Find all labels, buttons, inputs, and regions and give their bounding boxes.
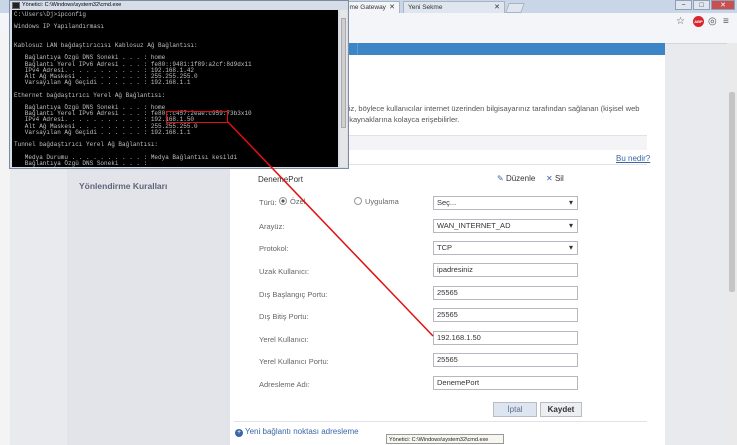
nav-separator — [357, 43, 358, 55]
adblock-icon[interactable]: ABP — [693, 16, 704, 27]
tab-new-tab[interactable]: Yeni Sekme ✕ — [403, 1, 505, 13]
bookmark-star-icon[interactable]: ☆ — [676, 16, 685, 28]
radio-label: Özel — [290, 197, 306, 206]
cmd-line: Ethernet bağdaştırıcı Yerel Ağ Bağlantıs… — [14, 91, 166, 99]
remote-user-input[interactable]: ipadresiniz — [433, 263, 578, 277]
tab-label: Yeni Sekme — [408, 4, 443, 11]
cmd-line: Kablosuz LAN bağdaştırıcısı Kablosuz Ağ … — [14, 42, 198, 49]
close-tab-icon[interactable]: ✕ — [494, 2, 500, 13]
cmd-line: C:\Users\Dj>ipconfig — [14, 11, 87, 18]
extension-icon[interactable]: ◎ — [708, 16, 717, 28]
add-link-label: Yeni bağlantı noktası adresleme — [245, 427, 359, 436]
maximize-button[interactable]: □ — [693, 0, 710, 10]
type-custom-radio[interactable]: Özel — [279, 197, 305, 206]
edit-icon: ✎ — [497, 174, 504, 183]
cmd-window[interactable]: Yönetici: C:\Windows\system32\cmd.exe C:… — [9, 0, 349, 169]
new-tab-button[interactable] — [505, 3, 525, 13]
cmd-line: Varsayılan Ağ Geçidi . . . . . . : 192.1… — [14, 128, 191, 136]
help-link[interactable]: Bu nedir? — [616, 154, 650, 163]
local-port-label: Yerel Kullanıcı Portu: — [259, 357, 329, 366]
protocol-label: Protokol: — [259, 244, 289, 253]
tab-label: ime Gateway — [348, 4, 386, 11]
cmd-line: Tunnel bağdaştırıcı Yerel Ağ Bağlantısı: — [14, 141, 159, 149]
ext-start-port-input[interactable]: 25565 — [433, 286, 578, 300]
highlight-box — [166, 111, 228, 123]
radio-checked-icon — [279, 197, 287, 205]
delete-button[interactable]: ✕ Sil — [546, 174, 564, 183]
type-label: Türü: — [259, 198, 277, 207]
protocol-select[interactable]: TCP — [433, 241, 578, 255]
interface-select[interactable]: WAN_INTERNET_AD — [433, 219, 578, 233]
delete-label: Sil — [554, 174, 564, 183]
close-window-button[interactable]: ✕ — [711, 0, 735, 10]
top-nav-bar — [343, 43, 665, 55]
cmd-line: Varsayılan Ağ Geçidi . . . . . . : 192.1… — [14, 79, 191, 87]
remote-user-label: Uzak Kullanıcı: — [259, 267, 310, 276]
add-icon: + — [235, 429, 243, 437]
cmd-console[interactable]: C:\Users\Dj>ipconfig Windows IP Yapılandı… — [12, 10, 338, 167]
nav-item-routing-rules[interactable]: Yönlendirme Kuralları — [79, 181, 167, 191]
add-port-mapping-link[interactable]: + Yeni bağlantı noktası adresleme — [235, 427, 359, 437]
ext-end-port-label: Dış Bitiş Portu: — [259, 312, 309, 321]
mapping-name-label: Adresleme Adı: — [259, 380, 310, 389]
minimize-button[interactable]: − — [675, 0, 692, 10]
local-user-input[interactable]: 192.168.1.50 — [433, 331, 578, 345]
save-button[interactable]: Kaydet — [540, 402, 582, 417]
cmd-scrollbar[interactable] — [340, 10, 347, 167]
radio-label: Uygulama — [365, 197, 399, 206]
local-port-input[interactable]: 25565 — [433, 353, 578, 367]
edit-label: Düzenle — [505, 174, 536, 183]
radio-unchecked-icon — [354, 197, 362, 205]
cmd-scrollbar-thumb[interactable] — [341, 18, 346, 128]
intro-text-line1: iniz, böylece kullanıcılar internet üzer… — [343, 104, 640, 113]
divider — [234, 421, 647, 422]
intro-text-line2: u kaynaklarına kolayca erişebilirler. — [343, 115, 460, 124]
tab-gateway[interactable]: ime Gateway ✕ — [343, 1, 400, 13]
ext-end-port-input[interactable]: 25565 — [433, 308, 578, 322]
delete-icon: ✕ — [546, 174, 553, 183]
ext-start-port-label: Dış Başlangıç Portu: — [259, 290, 328, 299]
local-user-label: Yerel Kullanıcı: — [259, 335, 309, 344]
mapping-name-input[interactable]: DenemePort — [433, 376, 578, 390]
cmd-title: Yönetici: C:\Windows\system32\cmd.exe — [22, 2, 122, 8]
close-tab-icon[interactable]: ✕ — [389, 2, 395, 13]
app-select[interactable]: Seç... — [433, 196, 578, 210]
menu-icon[interactable]: ≡ — [723, 16, 729, 28]
interface-label: Arayüz: — [259, 222, 285, 231]
scrollbar-thumb[interactable] — [729, 92, 735, 292]
type-app-radio[interactable]: Uygulama — [354, 197, 399, 206]
cmd-line: Windows IP Yapılandırması — [14, 23, 105, 31]
edit-button[interactable]: ✎ Düzenle — [497, 174, 535, 183]
cancel-button[interactable]: İptal — [493, 402, 537, 417]
taskbar-tooltip: Yönetici: C:\Windows\system32\cmd.exe — [386, 434, 504, 444]
rule-name: DenemePort — [258, 175, 303, 184]
cmd-line: Bağlantıya Özgü DNS Soneki . . . : — [14, 159, 148, 167]
